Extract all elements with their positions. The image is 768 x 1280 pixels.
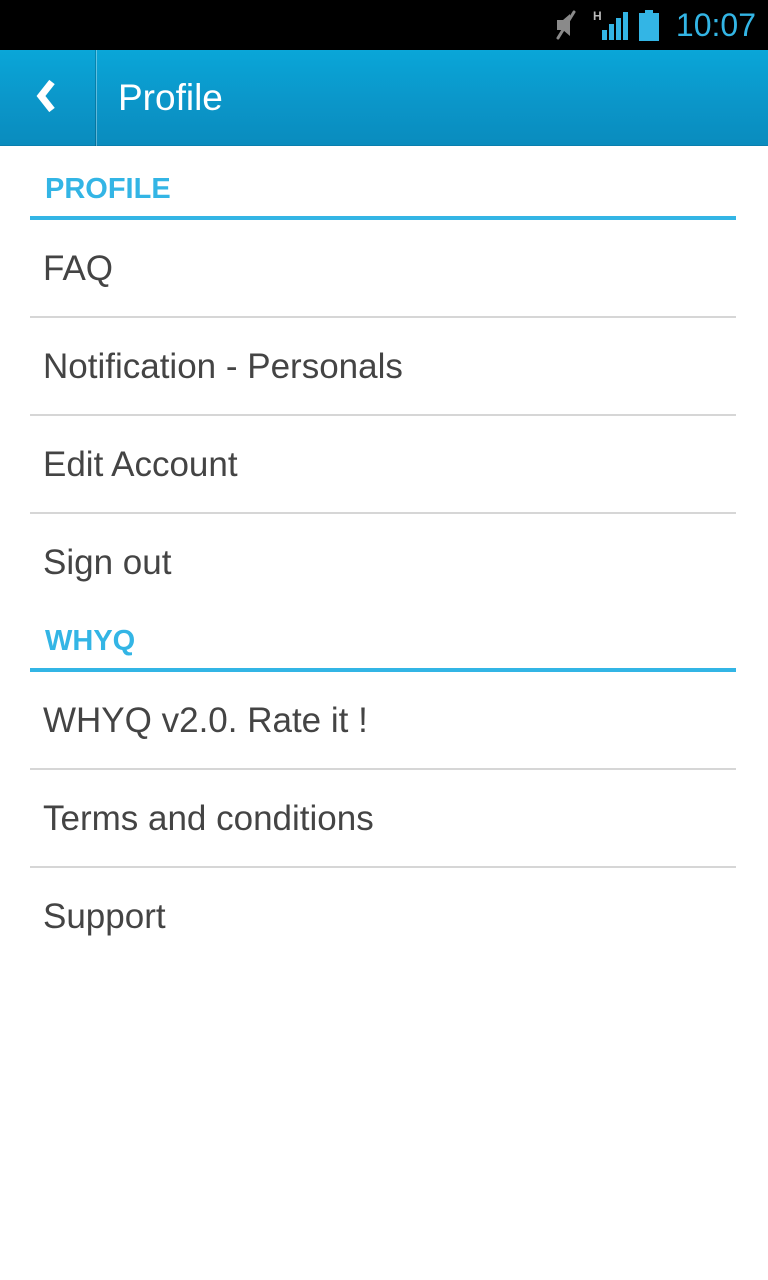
section-header-profile: PROFILE xyxy=(30,146,736,220)
menu-item-terms-and-conditions[interactable]: Terms and conditions xyxy=(30,770,736,868)
screen-title: Profile xyxy=(118,77,223,118)
back-icon xyxy=(33,78,63,119)
clock: 10:07 xyxy=(675,7,756,43)
section-header-whyq: WHYQ xyxy=(30,612,736,672)
mute-icon xyxy=(552,8,582,42)
status-bar: H 10:07 xyxy=(0,0,768,50)
menu-item-rate-app[interactable]: WHYQ v2.0. Rate it ! xyxy=(30,672,736,770)
menu-item-edit-account[interactable]: Edit Account xyxy=(30,416,736,514)
battery-icon xyxy=(638,8,660,42)
back-button[interactable] xyxy=(0,50,96,146)
network-type-label: H xyxy=(593,9,602,23)
menu-item-sign-out[interactable]: Sign out xyxy=(30,514,736,612)
signal-icon: H xyxy=(592,8,628,42)
menu-item-faq[interactable]: FAQ xyxy=(30,220,736,318)
menu-item-support[interactable]: Support xyxy=(30,868,736,966)
menu-item-notification-personals[interactable]: Notification - Personals xyxy=(30,318,736,416)
settings-list: PROFILE FAQ Notification - Personals Edi… xyxy=(30,146,736,966)
status-icons: H 10:07 xyxy=(552,0,756,50)
action-bar: Profile xyxy=(0,50,768,146)
